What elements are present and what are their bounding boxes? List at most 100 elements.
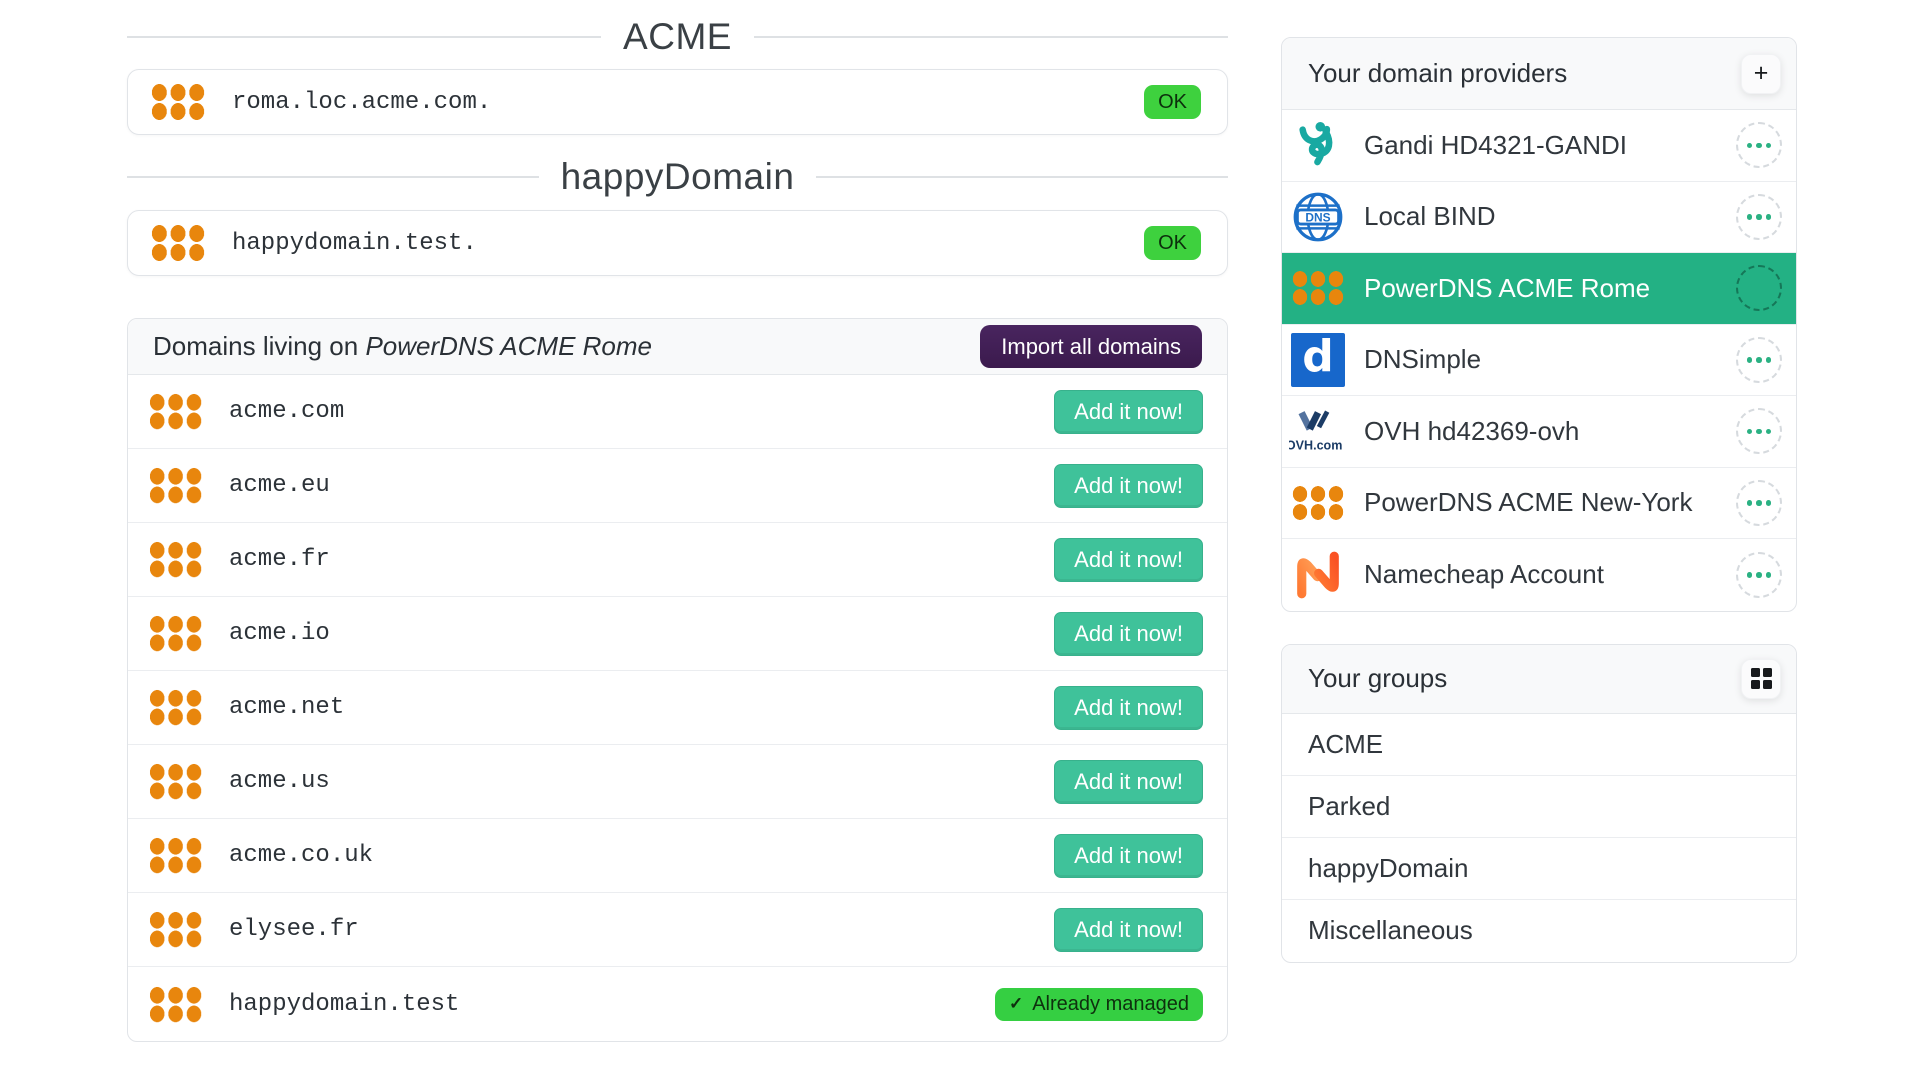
domain-name: acme.eu: [229, 472, 330, 499]
bind-dns-text: DNS: [1305, 210, 1330, 224]
provider-name: PowerDNS ACME Rome: [1364, 273, 1650, 304]
powerdns-icon: [148, 837, 203, 874]
group-row-acme[interactable]: ACME: [1282, 714, 1796, 776]
add-domain-button[interactable]: Add it now!: [1054, 390, 1203, 434]
provider-row-ovh[interactable]: OVH.com OVH hd42369-ovh: [1282, 396, 1796, 468]
domain-row: acme.fr Add it now!: [128, 523, 1227, 597]
add-domain-button[interactable]: Add it now!: [1054, 686, 1203, 730]
provider-name: PowerDNS ACME New-York: [1364, 487, 1692, 518]
domain-name: acme.us: [229, 768, 330, 795]
groups-header: Your groups: [1282, 645, 1796, 714]
group-row-miscellaneous[interactable]: Miscellaneous: [1282, 900, 1796, 962]
grid-icon: [1751, 668, 1772, 689]
group-heading-acme: ACME: [127, 14, 1228, 60]
provider-menu-ellipsis-icon[interactable]: [1736, 122, 1782, 168]
dnsimple-letter: d: [1291, 333, 1345, 387]
ovh-text: OVH.com: [1289, 439, 1342, 453]
happydomain-app: ACME roma.loc.acme.com. OK happyDomain h…: [0, 0, 1920, 1080]
domain-row: happydomain.test ✓ Already managed: [128, 967, 1227, 1041]
already-managed-badge: ✓ Already managed: [995, 988, 1203, 1021]
provider-row-powerdns-newyork[interactable]: PowerDNS ACME New-York: [1282, 468, 1796, 540]
powerdns-icon: [148, 911, 203, 948]
powerdns-icon: [148, 467, 203, 504]
powerdns-icon: [148, 615, 203, 652]
provider-row-namecheap[interactable]: Namecheap Account: [1282, 539, 1796, 611]
group-row-happydomain[interactable]: happyDomain: [1282, 838, 1796, 900]
panel-title-provider: PowerDNS ACME Rome: [365, 331, 652, 361]
provider-menu-ellipsis-icon[interactable]: [1736, 337, 1782, 383]
add-domain-button[interactable]: Add it now!: [1054, 612, 1203, 656]
provider-domains-panel: Domains living on PowerDNS ACME Rome Imp…: [127, 318, 1228, 1042]
dnsimple-icon: d: [1286, 325, 1350, 396]
powerdns-icon: [1286, 253, 1350, 324]
provider-menu-ellipsis-icon[interactable]: [1736, 480, 1782, 526]
divider-line: [816, 176, 1228, 178]
panel-header: Domains living on PowerDNS ACME Rome Imp…: [128, 319, 1227, 375]
powerdns-icon: [148, 541, 203, 578]
check-icon: ✓: [1009, 994, 1023, 1014]
group-row-parked[interactable]: Parked: [1282, 776, 1796, 838]
domain-row: acme.co.uk Add it now!: [128, 819, 1227, 893]
already-managed-label: Already managed: [1032, 993, 1189, 1016]
domain-row: acme.us Add it now!: [128, 745, 1227, 819]
provider-row-gandi[interactable]: Gandi HD4321-GANDI: [1282, 110, 1796, 182]
provider-name: Local BIND: [1364, 201, 1496, 232]
panel-title-prefix: Domains living on: [153, 331, 365, 361]
domain-row: acme.net Add it now!: [128, 671, 1227, 745]
provider-menu-ellipsis-icon[interactable]: [1736, 265, 1782, 311]
domain-row: acme.io Add it now!: [128, 597, 1227, 671]
divider-line: [127, 176, 539, 178]
provider-row-local-bind[interactable]: DNS Local BIND: [1282, 182, 1796, 254]
main-content: ACME roma.loc.acme.com. OK happyDomain h…: [127, 0, 1228, 1042]
providers-title: Your domain providers: [1308, 58, 1567, 89]
panel-title: Domains living on PowerDNS ACME Rome: [153, 331, 652, 362]
domain-name: roma.loc.acme.com.: [232, 89, 491, 116]
group-heading-text: ACME: [623, 16, 732, 58]
grid-view-button[interactable]: [1741, 659, 1781, 699]
group-heading-text: happyDomain: [561, 156, 795, 198]
domain-row: acme.eu Add it now!: [128, 449, 1227, 523]
groups-title: Your groups: [1308, 663, 1447, 694]
domain-name: happydomain.test.: [232, 230, 477, 257]
provider-row-dnsimple[interactable]: d DNSimple: [1282, 325, 1796, 397]
add-domain-button[interactable]: Add it now!: [1054, 464, 1203, 508]
import-all-domains-button[interactable]: Import all domains: [980, 325, 1202, 368]
powerdns-icon: [148, 763, 203, 800]
managed-domain-card-roma[interactable]: roma.loc.acme.com. OK: [127, 69, 1228, 135]
domain-row: acme.com Add it now!: [128, 375, 1227, 449]
powerdns-icon: [150, 83, 206, 121]
domain-name: acme.com: [229, 398, 344, 425]
divider-line: [127, 36, 601, 38]
domain-name: happydomain.test: [229, 991, 459, 1018]
namecheap-icon: [1286, 539, 1350, 611]
provider-menu-ellipsis-icon[interactable]: [1736, 194, 1782, 240]
bind-dns-icon: DNS: [1286, 182, 1350, 253]
provider-row-powerdns-rome-selected[interactable]: PowerDNS ACME Rome: [1282, 253, 1796, 325]
domain-name: acme.net: [229, 694, 344, 721]
add-domain-button[interactable]: Add it now!: [1054, 760, 1203, 804]
providers-card: Your domain providers + Gandi HD4321-GAN…: [1281, 37, 1797, 612]
ovh-icon: OVH.com: [1286, 396, 1350, 467]
provider-menu-ellipsis-icon[interactable]: [1736, 552, 1782, 598]
gandi-icon: [1286, 110, 1350, 181]
add-provider-button[interactable]: +: [1741, 54, 1781, 94]
groups-card: Your groups ACME Parked happyDomain Misc…: [1281, 644, 1797, 963]
provider-name: Gandi HD4321-GANDI: [1364, 130, 1627, 161]
providers-header: Your domain providers +: [1282, 38, 1796, 110]
domain-name: acme.io: [229, 620, 330, 647]
powerdns-icon: [1286, 468, 1350, 539]
group-heading-happydomain: happyDomain: [127, 153, 1228, 201]
provider-name: DNSimple: [1364, 344, 1481, 375]
powerdns-icon: [148, 986, 203, 1023]
provider-name: OVH hd42369-ovh: [1364, 416, 1579, 447]
add-domain-button[interactable]: Add it now!: [1054, 538, 1203, 582]
powerdns-icon: [148, 393, 203, 430]
add-domain-button[interactable]: Add it now!: [1054, 834, 1203, 878]
managed-domain-card-happydomain[interactable]: happydomain.test. OK: [127, 210, 1228, 276]
add-domain-button[interactable]: Add it now!: [1054, 908, 1203, 952]
domain-name: acme.co.uk: [229, 842, 373, 869]
divider-line: [754, 36, 1228, 38]
sidebar: Your domain providers + Gandi HD4321-GAN…: [1281, 37, 1797, 963]
provider-menu-ellipsis-icon[interactable]: [1736, 408, 1782, 454]
status-badge: OK: [1144, 85, 1201, 119]
